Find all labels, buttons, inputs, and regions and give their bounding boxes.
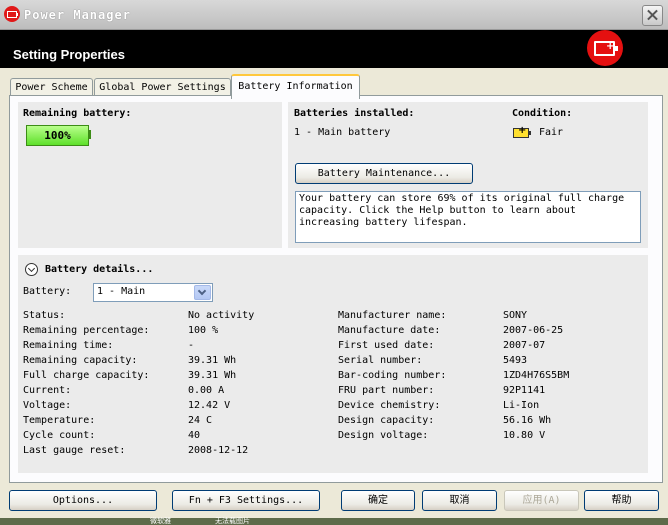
- detail-value: 12.42 V: [188, 400, 231, 411]
- ok-button[interactable]: 确定: [341, 490, 415, 511]
- remaining-battery-label: Remaining battery:: [23, 108, 132, 119]
- detail-value: No activity: [188, 310, 255, 321]
- detail-label: Manufacturer name:: [338, 310, 447, 321]
- battery-condition-nub: [529, 131, 531, 135]
- apply-button: 应用(A): [504, 490, 579, 511]
- fn-f3-settings-button[interactable]: Fn + F3 Settings...: [172, 490, 320, 511]
- detail-value: 40: [188, 430, 201, 441]
- help-button[interactable]: 帮助: [584, 490, 659, 511]
- detail-label: Status:: [23, 310, 66, 321]
- detail-label: FRU part number:: [338, 385, 435, 396]
- detail-label: Last gauge reset:: [23, 445, 126, 456]
- detail-label: First used date:: [338, 340, 435, 351]
- battery-select-value: 1 - Main: [97, 286, 146, 297]
- batteries-installed-label: Batteries installed:: [294, 108, 415, 119]
- detail-value: 39.31 Wh: [188, 355, 237, 366]
- battery-maintenance-button[interactable]: Battery Maintenance...: [295, 163, 473, 184]
- app-battery-icon: [4, 6, 20, 22]
- detail-value: 24 C: [188, 415, 213, 426]
- options-button[interactable]: Options...: [9, 490, 157, 511]
- detail-value: 2007-06-25: [503, 325, 564, 336]
- detail-value: 5493: [503, 355, 528, 366]
- detail-label: Full charge capacity:: [23, 370, 150, 381]
- detail-value: 56.16 Wh: [503, 415, 552, 426]
- detail-label: Remaining capacity:: [23, 355, 138, 366]
- detail-label: Bar-coding number:: [338, 370, 447, 381]
- close-button[interactable]: [642, 5, 663, 26]
- detail-label: Manufacture date:: [338, 325, 441, 336]
- title-bar[interactable]: Power Manager: [0, 0, 668, 30]
- battery-select[interactable]: 1 - Main: [93, 283, 213, 302]
- detail-label: Remaining time:: [23, 340, 114, 351]
- detail-label: Serial number:: [338, 355, 423, 366]
- collapse-chevron-icon[interactable]: [25, 263, 38, 276]
- condition-label: Condition:: [512, 108, 573, 119]
- cancel-button[interactable]: 取消: [422, 490, 497, 511]
- detail-value: 1ZD4H76S5BM: [503, 370, 570, 381]
- chevron-down-icon[interactable]: [194, 285, 211, 300]
- battery-plus-icon: +: [587, 30, 623, 66]
- detail-value: -: [188, 340, 195, 351]
- detail-value: 92P1141: [503, 385, 546, 396]
- tab-power-scheme[interactable]: Power Scheme: [10, 78, 93, 96]
- detail-value: SONY: [503, 310, 528, 321]
- detail-label: Remaining percentage:: [23, 325, 150, 336]
- tab-global-power-settings[interactable]: Global Power Settings: [94, 78, 231, 96]
- battery-level-bar: 100%: [26, 125, 89, 146]
- detail-label: Design voltage:: [338, 430, 429, 441]
- detail-label: Voltage:: [23, 400, 72, 411]
- detail-value: Li-Ion: [503, 400, 540, 411]
- battery-info-text: Your battery can store 69% of its origin…: [295, 191, 641, 243]
- batteries-installed-value: 1 - Main battery: [294, 127, 391, 138]
- detail-value: 39.31 Wh: [188, 370, 237, 381]
- detail-value: 2007-07: [503, 340, 546, 351]
- detail-value: 0.00 A: [188, 385, 225, 396]
- detail-value: 100 %: [188, 325, 219, 336]
- battery-level-nub: [88, 130, 91, 139]
- header-title: Setting Properties: [13, 47, 125, 62]
- battery-select-label: Battery:: [23, 286, 72, 297]
- background-strip: 微软雅 无法载图片: [0, 518, 668, 525]
- detail-value: 10.80 V: [503, 430, 546, 441]
- battery-details-title[interactable]: Battery details...: [45, 264, 153, 275]
- detail-value: 2008-12-12: [188, 445, 249, 456]
- detail-label: Temperature:: [23, 415, 96, 426]
- detail-label: Cycle count:: [23, 430, 96, 441]
- window-title: Power Manager: [24, 8, 131, 22]
- detail-label: Design capacity:: [338, 415, 435, 426]
- condition-value: Fair: [539, 127, 564, 138]
- detail-label: Device chemistry:: [338, 400, 441, 411]
- tab-battery-information[interactable]: Battery Information: [231, 74, 360, 99]
- battery-condition-icon: +: [513, 125, 529, 138]
- background-text-2: 无法载图片: [215, 517, 250, 525]
- remaining-battery-panel: [18, 102, 282, 248]
- background-text-1: 微软雅: [150, 517, 171, 525]
- detail-label: Current:: [23, 385, 72, 396]
